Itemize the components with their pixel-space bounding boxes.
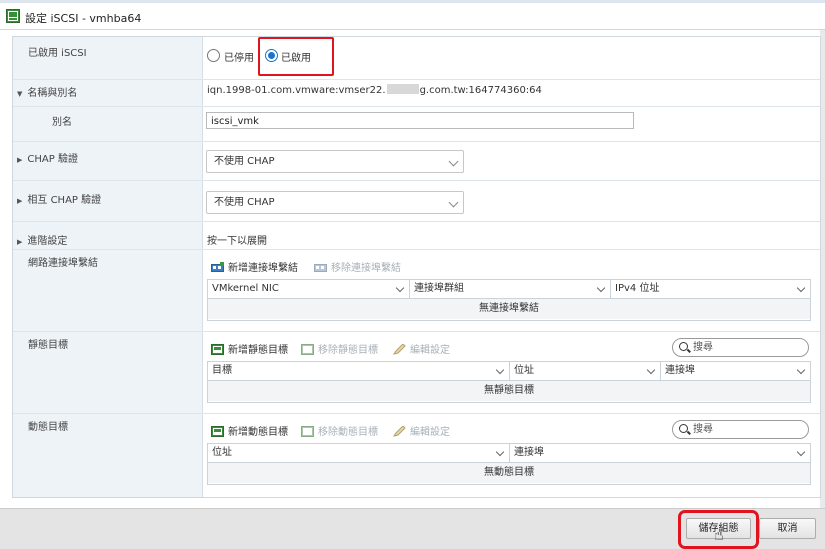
port-bindings-label: 網路連接埠繫結 (28, 258, 98, 269)
dialog-footer: 儲存組態 取消 ☝ (0, 508, 825, 549)
add-dynamic-target-button[interactable]: 新增動態目標 (211, 423, 288, 438)
chevron-down-icon (448, 197, 459, 208)
advanced-label[interactable]: ▶ 進階設定 (17, 232, 67, 247)
advanced-expand-link[interactable]: 按一下以展開 (207, 232, 267, 247)
row-divider (13, 331, 820, 332)
dialog-titlebar: 設定 iSCSI - vmhba64 (0, 3, 825, 30)
expand-right-icon: ▶ (17, 238, 23, 246)
search-icon (679, 342, 688, 351)
highlight-annotation-enabled (258, 37, 334, 76)
column-header[interactable]: 位址 (208, 444, 510, 462)
remove-port-binding-button[interactable]: 移除連接埠繫結 (314, 259, 401, 274)
add-target-icon (211, 426, 224, 437)
chap-select[interactable]: 不使用 CHAP (206, 150, 464, 173)
column-header[interactable]: VMkernel NIC (208, 280, 410, 298)
column-header[interactable]: IPv4 位址 (611, 280, 810, 298)
column-header[interactable]: 連接埠群組 (410, 280, 611, 298)
chap-label[interactable]: ▶ CHAP 驗證 (17, 150, 78, 165)
chevron-down-icon (495, 447, 505, 457)
add-network-icon (211, 262, 224, 272)
column-header[interactable]: 位址 (510, 362, 661, 380)
redacted-mask (386, 84, 419, 94)
remove-static-target-button[interactable]: 移除靜態目標 (301, 341, 378, 356)
mutual-chap-label[interactable]: ▶ 相互 CHAP 驗證 (17, 191, 101, 206)
add-static-target-button[interactable]: 新增靜態目標 (211, 341, 288, 356)
expand-down-icon: ▼ (17, 90, 23, 98)
chevron-down-icon (646, 365, 656, 375)
row-divider (13, 413, 820, 414)
chevron-down-icon (495, 365, 505, 375)
dynamic-targets-grid: 位址 連接埠 無動態目標 (207, 443, 811, 485)
column-header[interactable]: 連接埠 (510, 444, 810, 462)
static-targets-grid: 目標 位址 連接埠 無靜態目標 (207, 361, 811, 403)
remove-network-icon (314, 264, 327, 272)
enable-iscsi-label: 已啟用 iSCSI (28, 48, 87, 59)
dynamic-targets-label: 動態目標 (28, 422, 68, 433)
mutual-chap-select[interactable]: 不使用 CHAP (206, 191, 464, 214)
grid-header: 目標 位址 連接埠 (208, 362, 810, 381)
edit-dynamic-target-button[interactable]: 編輯設定 (393, 423, 450, 438)
alias-label: 別名 (52, 117, 72, 128)
grid-empty-message: 無連接埠繫結 (208, 299, 810, 319)
radio-disabled-label[interactable]: 已停用 (224, 49, 254, 64)
row-divider (13, 106, 820, 107)
iqn-value: iqn.1998-01.com.vmware:vmser22. g.com.tw:… (207, 84, 542, 96)
pencil-icon (393, 344, 406, 355)
chevron-down-icon (796, 283, 806, 293)
search-icon (679, 424, 688, 433)
chevron-down-icon (596, 283, 606, 293)
chevron-down-icon (395, 283, 405, 293)
grid-header: VMkernel NIC 連接埠群組 IPv4 位址 (208, 280, 810, 299)
iscsi-adapter-icon (6, 9, 20, 23)
row-divider (13, 221, 820, 222)
remove-dynamic-target-button[interactable]: 移除動態目標 (301, 423, 378, 438)
column-header[interactable]: 目標 (208, 362, 510, 380)
settings-panel: 已啟用 iSCSI 已停用 已啟用 ▼ 名稱與別名 iqn.1998-01.com… (12, 36, 821, 498)
dynamic-search-input[interactable]: 搜尋 (672, 420, 809, 439)
hand-pointer-icon: ☝ (714, 525, 724, 544)
static-search-input[interactable]: 搜尋 (672, 338, 809, 357)
add-target-icon (211, 344, 224, 355)
cancel-button[interactable]: 取消 (759, 518, 816, 539)
chevron-down-icon (448, 156, 459, 167)
row-divider (13, 180, 820, 181)
chevron-down-icon (796, 447, 806, 457)
chevron-down-icon (796, 365, 806, 375)
name-alias-label[interactable]: ▼ 名稱與別名 (17, 84, 77, 99)
grid-empty-message: 無靜態目標 (208, 381, 810, 401)
dialog-title: 設定 iSCSI - vmhba64 (25, 12, 142, 25)
grid-header: 位址 連接埠 (208, 444, 810, 463)
static-targets-label: 靜態目標 (28, 340, 68, 351)
expand-right-icon: ▶ (17, 156, 23, 164)
radio-disabled[interactable] (207, 49, 220, 62)
port-bindings-grid: VMkernel NIC 連接埠群組 IPv4 位址 無連接埠繫結 (207, 279, 811, 321)
row-divider (13, 141, 820, 142)
grid-empty-message: 無動態目標 (208, 463, 810, 483)
row-divider (13, 79, 820, 80)
edit-static-target-button[interactable]: 編輯設定 (393, 341, 450, 356)
alias-input[interactable]: iscsi_vmk (206, 112, 634, 129)
column-header[interactable]: 連接埠 (661, 362, 810, 380)
remove-target-icon (301, 426, 314, 437)
add-port-binding-button[interactable]: 新增連接埠繫結 (211, 259, 298, 274)
remove-target-icon (301, 344, 314, 355)
expand-right-icon: ▶ (17, 197, 23, 205)
row-divider (13, 249, 820, 250)
pencil-icon (393, 426, 406, 437)
